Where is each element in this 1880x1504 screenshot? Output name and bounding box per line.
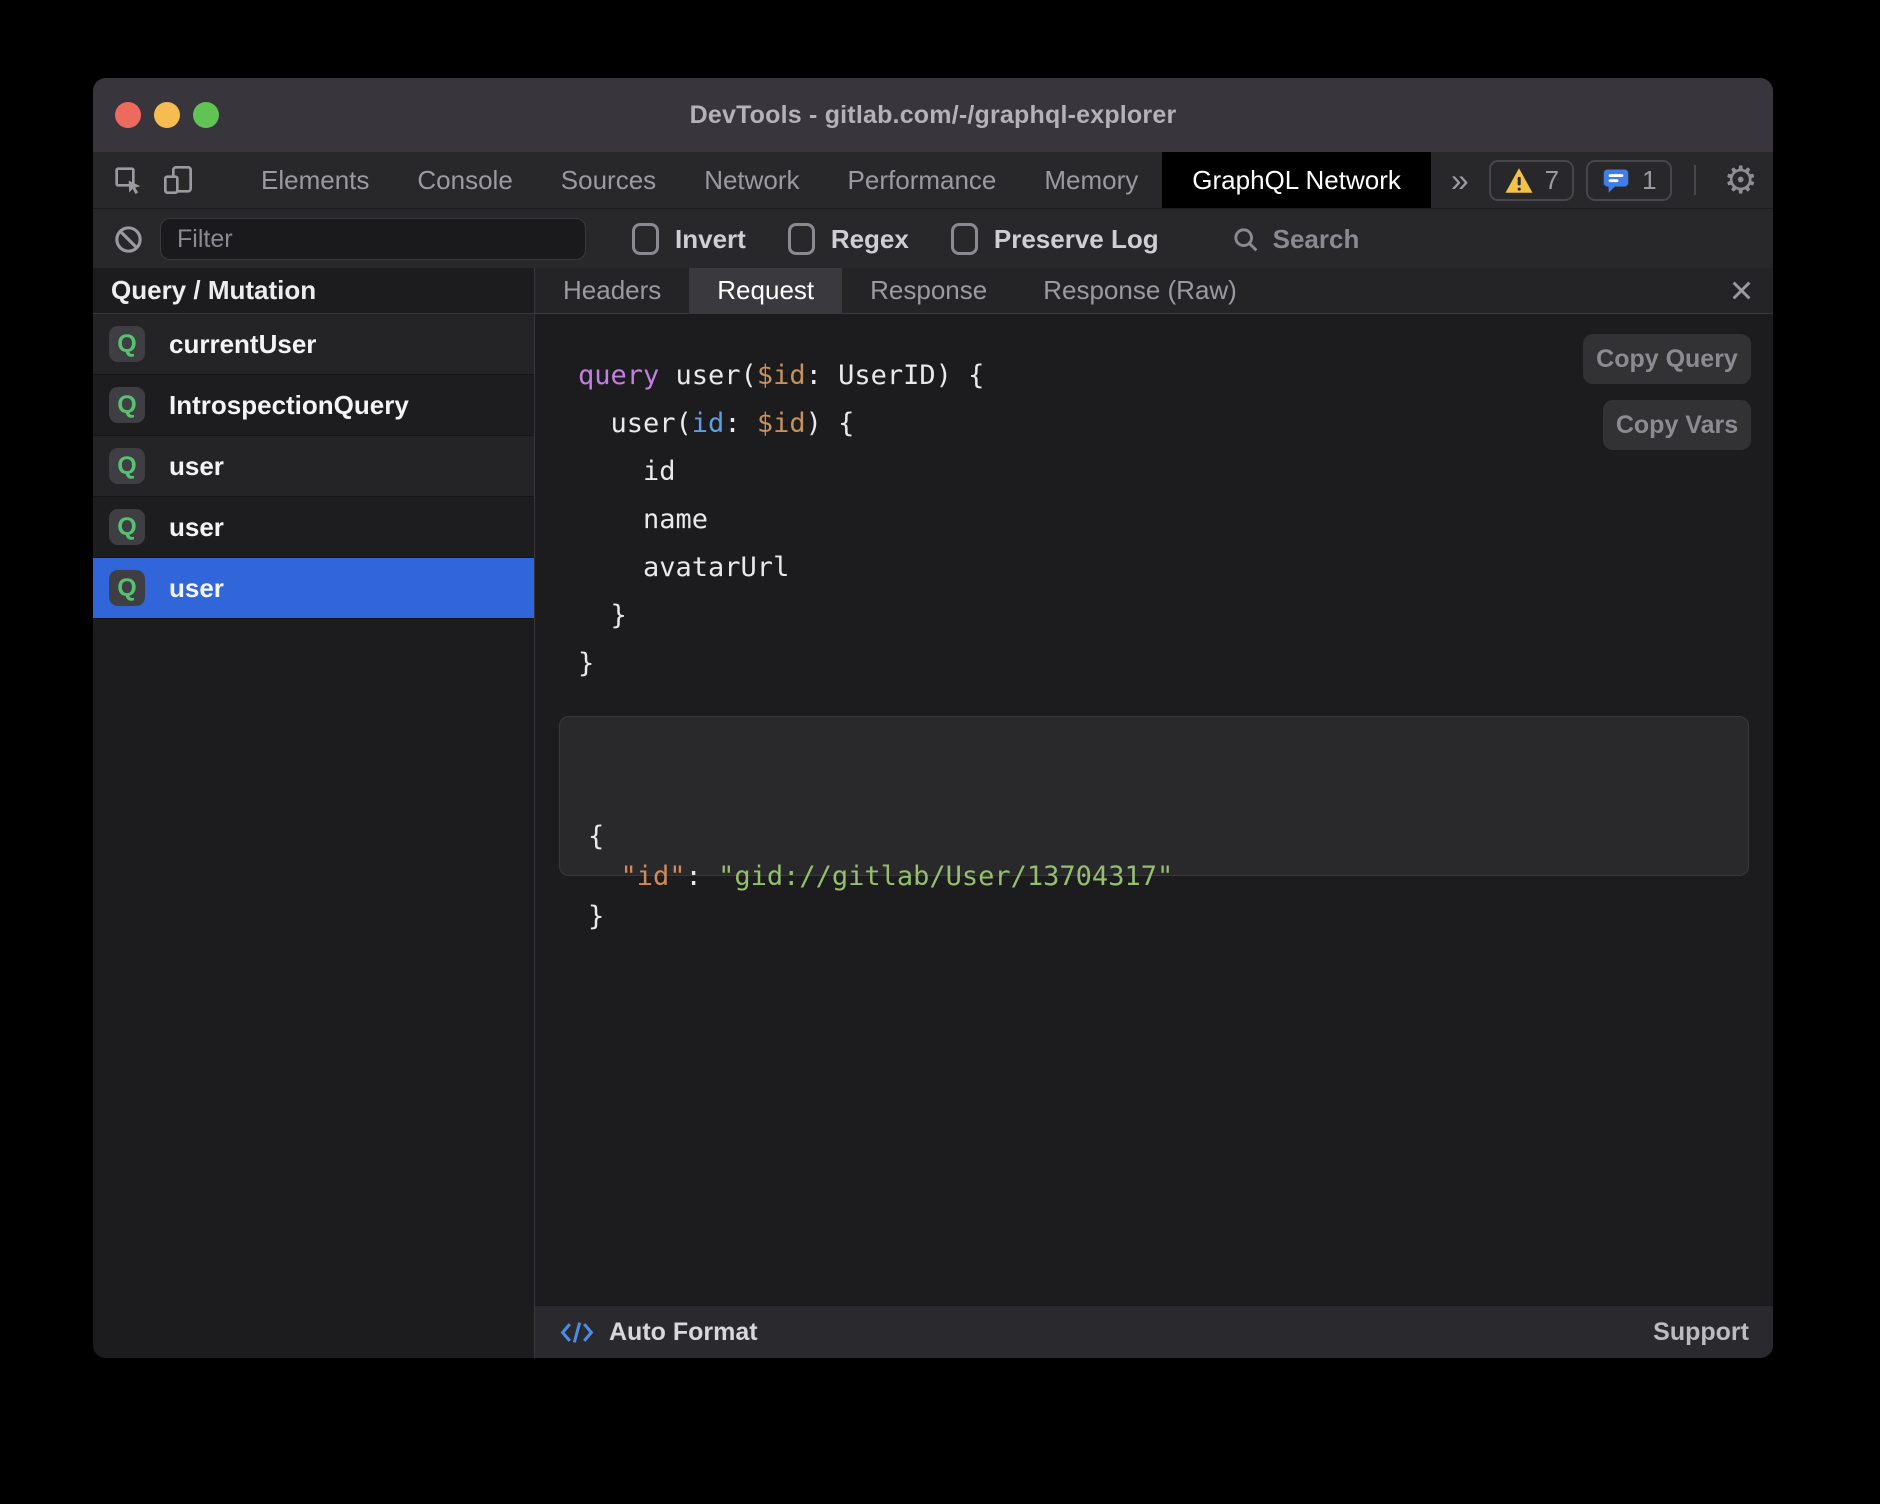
regex-checkbox-icon — [788, 223, 815, 255]
code-line: "id": "gid://gitlab/User/13704317" — [588, 857, 1720, 897]
message-icon — [1601, 167, 1631, 194]
close-window-button[interactable] — [115, 102, 141, 128]
query-list-item[interactable]: Quser — [93, 497, 534, 558]
checkbox-regex[interactable]: Regex — [788, 223, 909, 255]
checkbox-invert[interactable]: Invert — [632, 223, 746, 255]
query-name: user — [169, 573, 224, 604]
variables-code: { "id": "gid://gitlab/User/13704317"} — [588, 817, 1720, 937]
query-name: user — [169, 451, 224, 482]
code-line: id — [578, 448, 1773, 496]
code-line: avatarUrl — [578, 544, 1773, 592]
code-line: } — [588, 897, 1720, 937]
detail-tab-request[interactable]: Request — [689, 268, 842, 313]
settings-gear-icon[interactable]: ⚙ — [1724, 161, 1758, 199]
code-brackets-icon — [559, 1319, 595, 1346]
close-panel-icon[interactable] — [1728, 268, 1755, 313]
device-toolbar-icon[interactable] — [161, 163, 195, 197]
query-list-item[interactable]: Quser — [93, 558, 534, 619]
search-icon — [1231, 225, 1260, 254]
copy-button-stack: Copy Query Copy Vars — [1583, 334, 1751, 450]
code-line: { — [588, 817, 1720, 857]
toolbar-right-separator — [1694, 165, 1696, 195]
filter-toggles: Invert Regex Preserve Log — [632, 223, 1159, 255]
toolbar-right-group: 7 1 ⚙ — [1489, 152, 1773, 208]
code-line: } — [578, 592, 1773, 640]
search-control[interactable]: Search — [1231, 224, 1360, 255]
devtools-window: DevTools - gitlab.com/-/graphql-explorer… — [93, 78, 1773, 1358]
query-type-badge: Q — [109, 448, 145, 484]
filter-input[interactable] — [160, 218, 586, 260]
detail-tab-response-raw[interactable]: Response (Raw) — [1015, 268, 1265, 313]
warning-count: 7 — [1545, 165, 1559, 196]
minimize-window-button[interactable] — [154, 102, 180, 128]
preserve-log-label: Preserve Log — [994, 224, 1159, 255]
tab-performance[interactable]: Performance — [824, 152, 1021, 208]
query-list-item[interactable]: Q IntrospectionQuery — [93, 375, 534, 436]
main-toolbar: ElementsConsoleSourcesNetworkPerformance… — [93, 152, 1773, 208]
regex-label: Regex — [831, 224, 909, 255]
filter-bar: Invert Regex Preserve Log Search — [93, 208, 1773, 269]
content-area: Query / Mutation QcurrentUserQIntrospect… — [93, 268, 1773, 1358]
preserve-log-checkbox-icon — [951, 223, 978, 255]
tab-graphql-network[interactable]: GraphQL Network — [1162, 152, 1431, 208]
query-type-badge: Q — [109, 387, 145, 423]
clear-block-icon[interactable] — [113, 224, 144, 255]
code-line: } — [578, 640, 1773, 688]
inspect-element-icon[interactable] — [111, 163, 145, 197]
tab-network[interactable]: Network — [680, 152, 823, 208]
invert-label: Invert — [675, 224, 746, 255]
zoom-window-button[interactable] — [193, 102, 219, 128]
tab-memory[interactable]: Memory — [1020, 152, 1162, 208]
tab-console[interactable]: Console — [393, 152, 536, 208]
query-type-badge: Q — [109, 509, 145, 545]
search-label: Search — [1273, 224, 1360, 255]
message-count: 1 — [1642, 165, 1656, 196]
warnings-badge[interactable]: 7 — [1489, 160, 1574, 201]
copy-vars-button[interactable]: Copy Vars — [1603, 400, 1751, 450]
tab-elements[interactable]: Elements — [237, 152, 393, 208]
invert-checkbox-icon — [632, 223, 659, 255]
query-list-item[interactable]: Quser — [93, 436, 534, 497]
detail-tab-headers[interactable]: Headers — [535, 268, 689, 313]
detail-tab-strip: HeadersRequestResponseResponse (Raw) — [535, 268, 1773, 314]
query-sidebar: Query / Mutation QcurrentUserQIntrospect… — [93, 268, 535, 1358]
query-type-badge: Q — [109, 570, 145, 606]
auto-format-label: Auto Format — [609, 1318, 758, 1347]
more-tabs-chevron-icon[interactable]: » — [1431, 152, 1489, 208]
tab-sources[interactable]: Sources — [537, 152, 680, 208]
titlebar: DevTools - gitlab.com/-/graphql-explorer — [93, 78, 1773, 152]
panel-footer: Auto Format Support — [535, 1305, 1773, 1358]
warning-icon — [1504, 167, 1534, 194]
query-type-badge: Q — [109, 326, 145, 362]
request-view: Copy Query Copy Vars query user($id: Use… — [535, 314, 1773, 1305]
checkbox-preserve-log[interactable]: Preserve Log — [951, 223, 1159, 255]
copy-query-button[interactable]: Copy Query — [1583, 334, 1751, 384]
detail-tab-response[interactable]: Response — [842, 268, 1015, 313]
code-line: name — [578, 496, 1773, 544]
query-name: currentUser — [169, 329, 316, 360]
main-tab-strip: ElementsConsoleSourcesNetworkPerformance… — [237, 152, 1431, 208]
auto-format-button[interactable]: Auto Format — [559, 1318, 758, 1347]
query-list-item[interactable]: QcurrentUser — [93, 314, 534, 375]
messages-badge[interactable]: 1 — [1586, 160, 1671, 201]
query-name: user — [169, 512, 224, 543]
detail-panel: HeadersRequestResponseResponse (Raw) Cop… — [535, 268, 1773, 1358]
support-link[interactable]: Support — [1653, 1318, 1749, 1347]
variables-box: { "id": "gid://gitlab/User/13704317"} — [559, 716, 1749, 876]
window-title: DevTools - gitlab.com/-/graphql-explorer — [690, 101, 1177, 130]
traffic-lights — [115, 78, 219, 152]
query-list: QcurrentUserQIntrospectionQueryQuserQuse… — [93, 314, 534, 619]
sidebar-header: Query / Mutation — [93, 268, 534, 314]
toolbar-icon-group — [93, 152, 195, 208]
query-name: IntrospectionQuery — [169, 390, 409, 421]
